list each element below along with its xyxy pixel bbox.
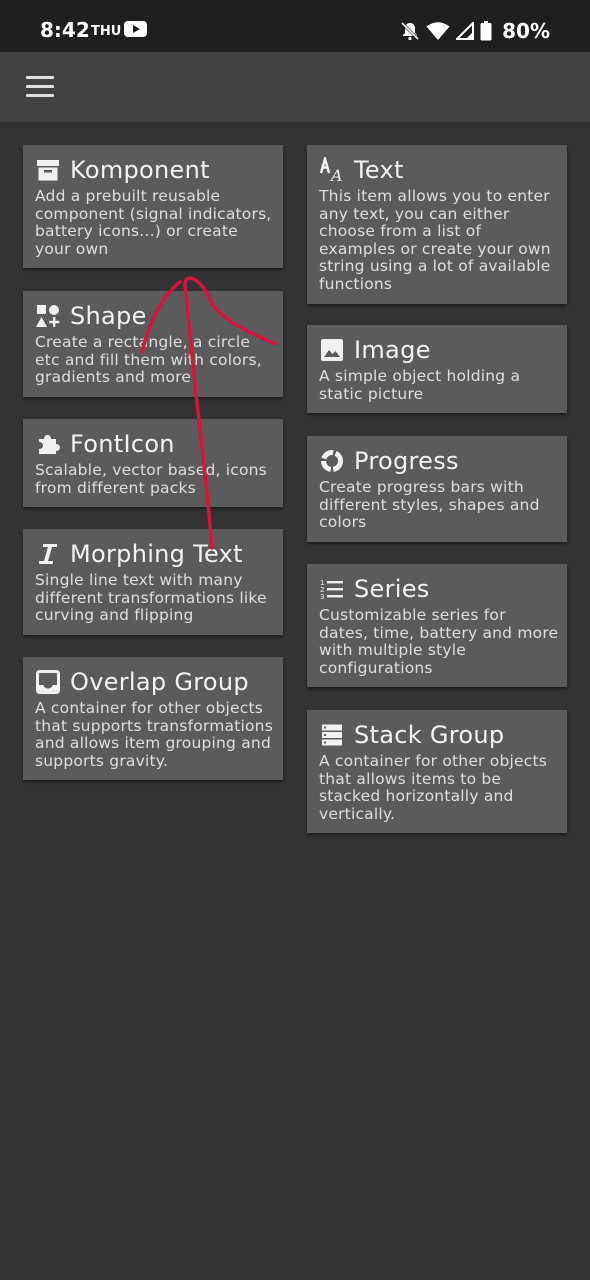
series-card[interactable]: 123 Series Customizable series for dates… [307, 564, 567, 688]
card-title: Image [354, 336, 431, 364]
status-bar: 8:42 THU 80% [0, 0, 590, 52]
fonticon-card[interactable]: FontIcon Scalable, vector based, icons f… [23, 419, 283, 508]
archive-box-icon [35, 157, 61, 183]
stack-group-card[interactable]: Stack Group A container for other object… [307, 710, 567, 834]
card-title: Progress [354, 447, 459, 475]
italic-i-icon [35, 541, 61, 567]
card-description: Single line text with many different tra… [35, 571, 267, 625]
svg-text:A: A [329, 166, 343, 183]
morphing-text-card[interactable]: Morphing Text Single line text with many… [23, 529, 283, 635]
hamburger-menu-icon[interactable] [26, 76, 54, 98]
battery-icon [480, 21, 492, 41]
battery-percent: 80% [502, 19, 550, 43]
dnd-off-icon [401, 21, 420, 41]
card-title: FontIcon [70, 430, 175, 458]
signal-icon [456, 22, 475, 40]
card-title: Komponent [70, 156, 210, 184]
shapes-icon [35, 303, 61, 329]
numbered-list-icon: 123 [319, 576, 345, 602]
overlap-group-card[interactable]: Overlap Group A container for other obje… [23, 657, 283, 781]
puzzle-icon [35, 431, 61, 457]
card-title: Overlap Group [70, 668, 249, 696]
status-day: THU [91, 24, 122, 39]
card-title: Shape [70, 302, 147, 330]
card-title: Series [354, 575, 430, 603]
svg-text:3: 3 [320, 593, 324, 601]
card-title: Text [354, 156, 404, 184]
card-description: Add a prebuilt reusable component (signa… [35, 187, 272, 258]
komponent-card[interactable]: Komponent Add a prebuilt reusable compon… [23, 145, 283, 269]
app-bar [0, 52, 590, 122]
image-icon [319, 337, 345, 363]
status-time: 8:42 [40, 18, 90, 42]
text-card[interactable]: A Text This item allows you to enter any… [307, 145, 567, 304]
font-aa-icon: A [319, 157, 345, 183]
shape-card[interactable]: Shape Create a rectangle, a circle etc a… [23, 291, 283, 397]
progress-card[interactable]: Progress Create progress bars with diffe… [307, 436, 567, 542]
wifi-icon [426, 22, 450, 40]
image-card[interactable]: Image A simple object holding a static p… [307, 325, 567, 414]
stacked-rows-icon [319, 722, 345, 748]
card-description: Create progress bars with different styl… [319, 478, 540, 532]
donut-progress-icon [319, 448, 345, 474]
card-description: This item allows you to enter any text, … [319, 187, 551, 293]
card-description: A simple object holding a static picture [319, 367, 521, 403]
card-title: Morphing Text [70, 540, 243, 568]
card-description: Customizable series for dates, time, bat… [319, 606, 559, 677]
inbox-tray-icon [35, 669, 61, 695]
card-description: Scalable, vector based, icons from diffe… [35, 461, 267, 497]
card-description: A container for other objects that suppo… [35, 699, 273, 770]
card-description: A container for other objects that allow… [319, 752, 547, 823]
youtube-icon [124, 21, 147, 37]
card-description: Create a rectangle, a circle etc and fil… [35, 333, 262, 387]
card-title: Stack Group [354, 721, 505, 749]
